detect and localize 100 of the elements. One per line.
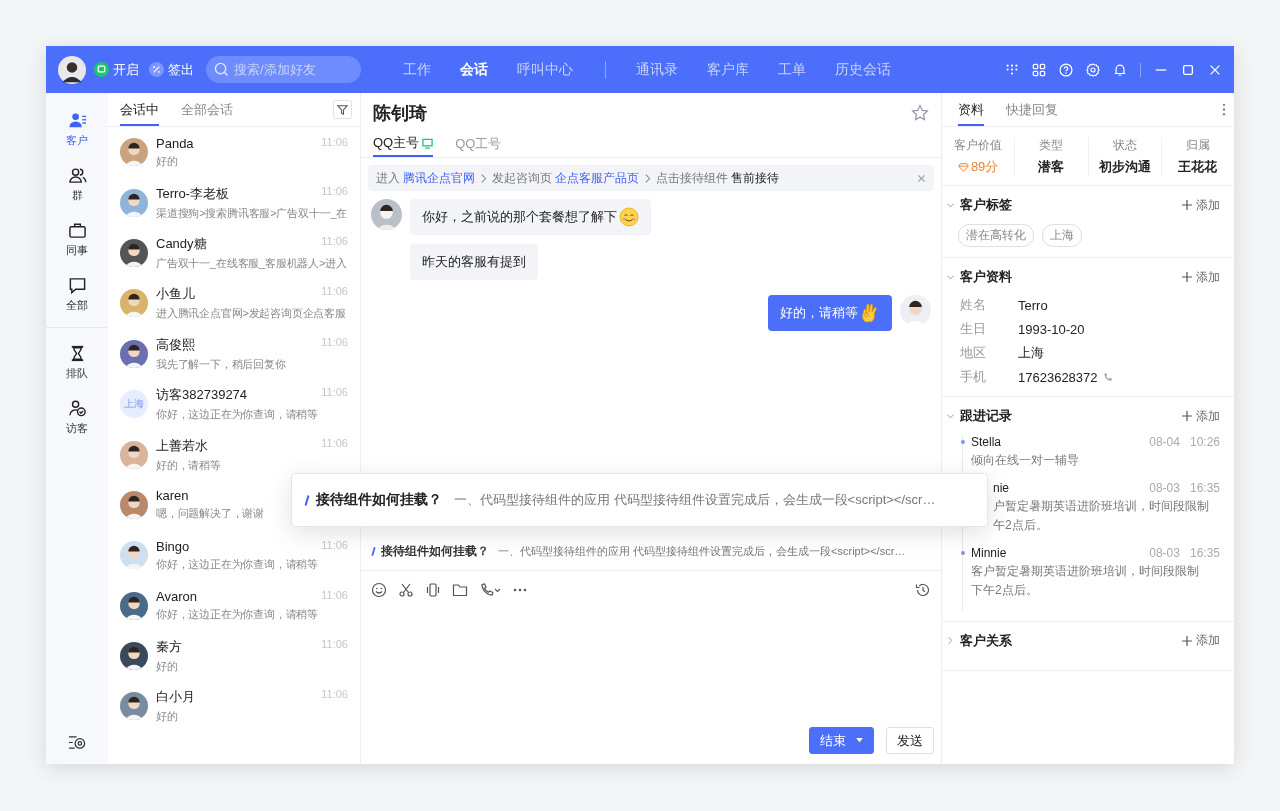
message-time: 11:06 xyxy=(321,184,348,199)
section-title: 客户资料 xyxy=(960,268,1012,286)
source-link[interactable]: 企点客服产品页 xyxy=(555,169,639,187)
phone-icon[interactable] xyxy=(479,582,501,598)
sidebar-item[interactable]: 客户 xyxy=(66,111,88,148)
contact-name: Terro-李老板 xyxy=(156,184,229,203)
record-date: 08-03 xyxy=(1149,545,1180,560)
sidebar-item[interactable]: 排队 xyxy=(66,344,88,381)
star-icon[interactable] xyxy=(911,104,929,122)
contact-name: 秦方 xyxy=(156,638,182,657)
plus-icon xyxy=(1182,635,1192,646)
contact-title: 陈钊琦 xyxy=(373,102,427,125)
panel-tab[interactable]: 快捷回复 xyxy=(1006,93,1058,126)
hand-emoji-icon xyxy=(860,303,880,323)
sidebar-item[interactable]: 群 xyxy=(67,166,87,203)
scissors-icon[interactable] xyxy=(398,582,414,598)
field-value: Terro xyxy=(1018,297,1048,313)
filter-icon[interactable] xyxy=(333,100,352,119)
sidebar-item[interactable]: 访客 xyxy=(66,399,88,436)
bell-icon[interactable] xyxy=(1113,62,1127,77)
plus-icon xyxy=(1182,411,1192,421)
help-icon[interactable] xyxy=(1059,62,1073,77)
slash-icon xyxy=(371,545,376,557)
session-item[interactable]: 秦方 11:06 好的 xyxy=(108,630,360,682)
all-icon xyxy=(67,276,87,295)
chat-icon xyxy=(94,62,109,77)
message-time: 11:06 xyxy=(321,436,348,451)
session-item[interactable]: Panda 11:06 好的 xyxy=(108,127,360,178)
colleague-icon xyxy=(67,221,87,240)
session-item[interactable]: Bingo 11:06 你好，这边正在为你查询，请稍等 xyxy=(108,530,360,581)
session-item[interactable]: Terro-李老板 11:06 渠道搜狗>搜索腾讯客服>广告双十一_在 xyxy=(108,177,360,228)
nav-tab[interactable]: 会话 xyxy=(460,60,488,79)
suggested-reply[interactable]: 接待组件如何挂载？ 一、代码型接待组件的应用 代码型接待组件设置完成后，会生成一段<script></scr… xyxy=(361,540,941,562)
stat-label: 状态 xyxy=(1112,137,1137,154)
sidebar-item[interactable]: 全部 xyxy=(66,276,88,313)
record-author: Minnie xyxy=(971,545,1007,560)
session-tab[interactable]: 全部会话 xyxy=(181,93,233,126)
search-field[interactable]: 搜索/添加好友 xyxy=(206,56,361,83)
record-author: nie xyxy=(992,480,1009,495)
dialpad-icon[interactable] xyxy=(1005,62,1019,77)
suggestion-title: 接待组件如何挂载？ xyxy=(381,543,489,559)
session-item[interactable]: 小鱼儿 11:06 进入腾讯企点官网>发起咨询页企点客服 xyxy=(108,278,360,329)
record-text: 户暂定暑期英语进阶班培训，时间段限制 xyxy=(992,498,1210,515)
status-toggle[interactable]: 开启 xyxy=(94,60,139,79)
panel-tab[interactable]: 资料 xyxy=(958,93,984,126)
session-item[interactable]: Candy糖 11:06 广告双十一_在线客服_客服机器人>进入 xyxy=(108,227,360,279)
message-time: 11:06 xyxy=(321,135,348,150)
session-item[interactable]: 高俊熙 11:06 我先了解一下，稍后回复你 xyxy=(108,328,360,379)
field-value: 17623628372 xyxy=(1018,369,1098,385)
emoji-icon[interactable] xyxy=(371,582,387,598)
message-preview: 你好，这边正在为你查询，请稍等 xyxy=(156,607,319,623)
session-item[interactable]: Avaron 11:06 你好，这边正在为你查询，请稍等 xyxy=(108,580,360,631)
history-icon[interactable] xyxy=(915,582,931,598)
message-bubble: 好的，请稍等 xyxy=(768,295,892,331)
source-step: 发起咨询页 xyxy=(492,169,552,187)
stat-label: 归属 xyxy=(1185,137,1210,154)
grid-icon[interactable] xyxy=(1032,62,1046,77)
customer-tag: 上海 xyxy=(1042,224,1082,247)
group-icon xyxy=(67,166,87,185)
contact-name: Avaron xyxy=(156,589,197,605)
message-time: 11:06 xyxy=(321,234,348,249)
sidebar-item[interactable]: 同事 xyxy=(66,221,88,258)
caret-icon xyxy=(856,738,863,743)
add-link[interactable]: 添加 xyxy=(1182,407,1220,425)
source-link[interactable]: 腾讯企点官网 xyxy=(403,169,475,187)
contact-name: 小鱼儿 xyxy=(156,285,195,304)
suggestion-popup[interactable]: 接待组件如何挂载？ 一、代码型接待组件的应用 代码型接待组件设置完成后，会生成一段<script></scr… xyxy=(291,473,988,527)
plus-icon xyxy=(1182,200,1192,210)
field-label: 姓名 xyxy=(960,296,987,314)
record-date: 08-03 xyxy=(1149,480,1180,495)
send-button[interactable]: 发送 xyxy=(886,727,934,754)
vibrate-icon[interactable] xyxy=(425,582,441,598)
add-link[interactable]: 添加 xyxy=(1182,632,1220,650)
status-toggle[interactable]: 签出 xyxy=(149,60,194,79)
message-preview: 你好，这边正在为你查询，请稍等 xyxy=(156,556,319,572)
settings-icon[interactable] xyxy=(67,733,87,752)
record-author: Stella xyxy=(971,435,1002,449)
smile-emoji-icon xyxy=(619,207,639,227)
contact-name: 上善若水 xyxy=(156,436,208,455)
record-text: 午2点后。 xyxy=(992,518,1049,534)
folder-icon[interactable] xyxy=(452,582,468,598)
maximize-icon[interactable] xyxy=(1181,62,1195,77)
slash-icon xyxy=(304,493,310,507)
message-bubble: 你好，之前说的那个套餐想了解下 xyxy=(410,199,651,235)
close-icon[interactable] xyxy=(917,173,926,183)
more-icon[interactable] xyxy=(1222,103,1226,116)
add-link[interactable]: 添加 xyxy=(1182,268,1220,286)
record-date: 08-04 xyxy=(1149,435,1180,449)
end-button[interactable]: 结束 xyxy=(809,727,874,754)
source-step: 进入 xyxy=(376,169,400,187)
popup-title: 接待组件如何挂载？ xyxy=(316,491,442,509)
session-tab[interactable]: 会话中 xyxy=(120,93,159,126)
record-text: 客户暂定暑期英语进阶班培训，时间段限制 xyxy=(971,563,1200,580)
session-item[interactable]: 上海 访客382739274 11:06 你好，这边正在为你查询，请稍等 xyxy=(108,378,360,430)
message-preview: 广告双十一_在线客服_客服机器人>进入 xyxy=(156,255,348,271)
source-step: 售前接待 xyxy=(731,169,779,187)
record-time: 10:26 xyxy=(1189,435,1220,449)
add-link[interactable]: 添加 xyxy=(1182,196,1220,214)
session-item[interactable]: 白小月 11:06 好的 xyxy=(108,681,360,732)
account-tab[interactable]: QQ主号 xyxy=(373,131,434,157)
